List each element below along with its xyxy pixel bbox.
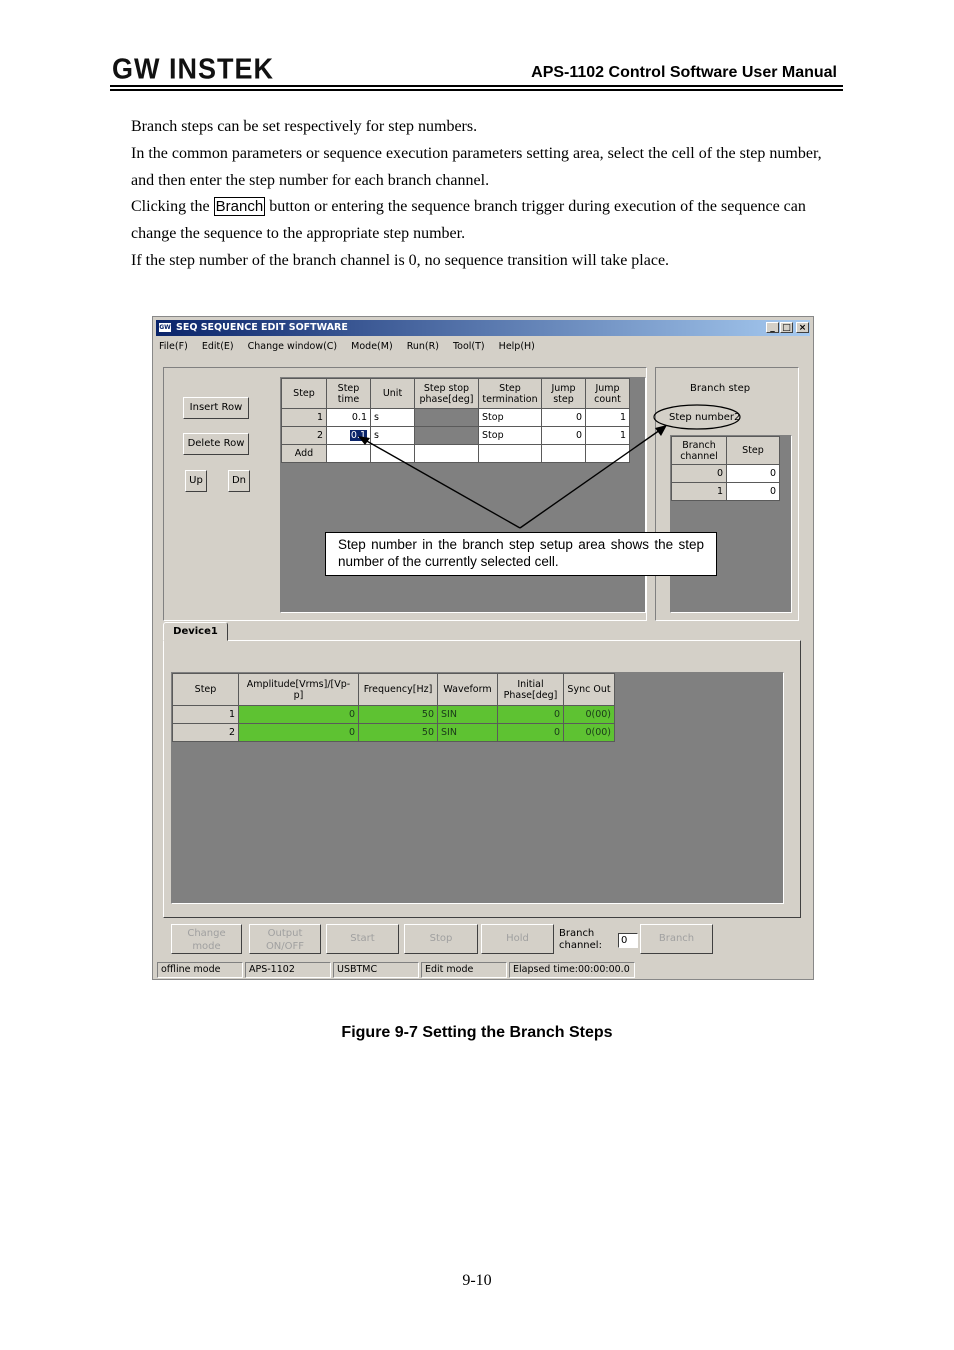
arrow-to-step-number — [519, 429, 661, 529]
annotation-overlay — [358, 404, 741, 529]
arrow-to-selected-cell — [364, 439, 521, 529]
arrow-head-step-number — [655, 425, 667, 436]
annotation-callout: Step number in the branch step setup are… — [325, 532, 717, 576]
figure-caption: Figure 9-7 Setting the Branch Steps — [341, 1024, 613, 1041]
arrow-head-selected-cell — [358, 436, 370, 445]
step-number-highlight-ellipse — [653, 404, 741, 430]
page-number: 9-10 — [462, 1272, 492, 1289]
